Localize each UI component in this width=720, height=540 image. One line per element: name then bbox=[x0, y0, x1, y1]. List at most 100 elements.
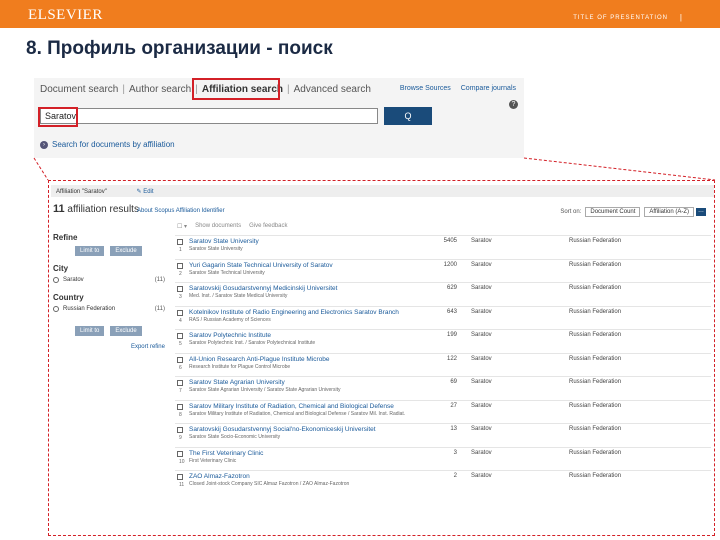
row-checkbox[interactable] bbox=[177, 262, 183, 269]
facet-label: Saratov bbox=[63, 277, 84, 283]
affiliation-name-link[interactable]: The First Veterinary Clinic bbox=[189, 450, 263, 457]
document-count: 3 bbox=[453, 449, 457, 456]
browse-sources-link[interactable]: Browse Sources bbox=[400, 85, 451, 92]
facet-count: (11) bbox=[154, 277, 165, 283]
sort-select[interactable]: Document Count bbox=[585, 207, 641, 217]
slide-title: 8. Профиль организации - поиск bbox=[26, 38, 333, 59]
affiliation-name-link[interactable]: Yuri Gagarin State Technical University … bbox=[189, 262, 333, 269]
limit-to-button[interactable]: Limit to bbox=[75, 246, 105, 256]
search-by-affiliation-label: Search for documents by affiliation bbox=[52, 140, 175, 149]
tab-advanced-search[interactable]: Advanced search bbox=[294, 84, 371, 95]
limit-to-button[interactable]: Limit to bbox=[75, 326, 105, 336]
affiliation-country: Russian Federation bbox=[569, 238, 622, 244]
affiliation-city: Saratov bbox=[471, 473, 492, 479]
row-number: 5 bbox=[179, 341, 182, 347]
document-count: 69 bbox=[450, 379, 457, 385]
row-number: 8 bbox=[179, 411, 182, 418]
document-count: 27 bbox=[450, 402, 457, 409]
affiliation-search-input[interactable]: Saratov bbox=[40, 108, 378, 124]
affiliation-city: Saratov bbox=[471, 379, 492, 385]
affiliation-alt-names: Closed Joint-stock Company SIC Almaz Faz… bbox=[189, 481, 350, 487]
edit-link[interactable]: ✎ Edit bbox=[137, 189, 154, 195]
facet-label: Russian Federation bbox=[63, 306, 116, 312]
affiliation-city: Saratov bbox=[471, 285, 492, 291]
city-facet-item[interactable]: Saratov (11) bbox=[53, 277, 165, 283]
affiliation-country: Russian Federation bbox=[569, 449, 622, 456]
results-count-number: 11 bbox=[53, 203, 65, 215]
affiliation-city: Saratov bbox=[471, 308, 492, 315]
more-options-icon[interactable]: … bbox=[696, 208, 706, 216]
give-feedback-button[interactable]: Give feedback bbox=[249, 223, 287, 230]
document-count: 199 bbox=[446, 332, 457, 338]
show-documents-button[interactable]: Show documents bbox=[195, 223, 241, 230]
affiliation-name-link[interactable]: All-Union Research Anti-Plague Institute… bbox=[189, 356, 330, 363]
row-number: 1 bbox=[179, 247, 182, 253]
top-links: Browse Sources Compare journals bbox=[392, 85, 516, 92]
edit-label: Edit bbox=[143, 189, 154, 195]
search-button[interactable]: Q bbox=[384, 107, 432, 125]
facet-checkbox[interactable] bbox=[53, 306, 59, 312]
affiliation-alt-names: Saratov State University bbox=[189, 246, 243, 252]
row-checkbox[interactable] bbox=[177, 427, 183, 433]
affiliation-name-link[interactable]: Saratov Military Institute of Radiation,… bbox=[189, 403, 394, 410]
sort-secondary[interactable]: Affiliation (A-Z) bbox=[644, 207, 694, 217]
document-count: 122 bbox=[446, 355, 457, 362]
table-row: 8 Saratov Military Institute of Radiation… bbox=[175, 399, 711, 424]
tab-document-search[interactable]: Document search bbox=[40, 84, 118, 95]
search-by-affiliation-link[interactable]: › Search for documents by affiliation bbox=[40, 140, 175, 149]
results-count: 11 affiliation results bbox=[53, 203, 139, 215]
refine-sidebar: Refine Limit to Exclude City Saratov (11… bbox=[53, 233, 165, 350]
affiliation-country: Russian Federation bbox=[569, 426, 622, 432]
table-row: 6 All-Union Research Anti-Plague Institut… bbox=[175, 352, 711, 377]
results-toolbar: ☐ ▾ Show documents Give feedback bbox=[177, 223, 287, 230]
affiliation-name-link[interactable]: Saratovskij Gosudarstvennyj Social'no-Ek… bbox=[189, 426, 376, 433]
row-checkbox[interactable] bbox=[177, 333, 183, 339]
document-count: 13 bbox=[450, 426, 457, 432]
sort-label: Sort on: bbox=[560, 209, 582, 215]
affiliation-tab-highlight bbox=[192, 78, 280, 100]
affiliation-name-link[interactable]: Saratov Polytechnic Institute bbox=[189, 332, 271, 339]
affiliation-country: Russian Federation bbox=[569, 402, 622, 409]
affiliation-header: Affiliation "Saratov" ✎ Edit bbox=[51, 185, 714, 197]
exclude-button[interactable]: Exclude bbox=[110, 246, 142, 256]
row-number: 2 bbox=[179, 270, 182, 277]
row-checkbox[interactable] bbox=[177, 474, 183, 480]
query-highlight bbox=[38, 107, 78, 127]
about-identifier-link[interactable]: About Scopus Affiliation Identifier bbox=[137, 208, 225, 214]
results-count-label: affiliation results bbox=[67, 204, 139, 215]
row-checkbox[interactable] bbox=[177, 380, 183, 386]
select-all-checkbox[interactable]: ☐ ▾ bbox=[177, 223, 187, 230]
sort-bar: Sort on: Document Count Affiliation (A-Z… bbox=[560, 207, 706, 217]
affiliation-name-link[interactable]: Saratov State Agrarian University bbox=[189, 379, 285, 386]
country-facet-item[interactable]: Russian Federation (11) bbox=[53, 306, 165, 312]
row-number: 6 bbox=[179, 364, 182, 371]
row-number: 10 bbox=[179, 458, 185, 465]
row-checkbox[interactable] bbox=[177, 239, 183, 245]
row-checkbox[interactable] bbox=[177, 309, 183, 316]
table-row: 1 Saratov State University Saratov State U… bbox=[175, 235, 711, 259]
header-separator: | bbox=[679, 13, 682, 22]
compare-journals-link[interactable]: Compare journals bbox=[461, 85, 516, 92]
row-checkbox[interactable] bbox=[177, 403, 183, 410]
row-checkbox[interactable] bbox=[177, 450, 183, 457]
help-icon[interactable]: ? bbox=[509, 100, 518, 109]
affiliation-country: Russian Federation bbox=[569, 308, 622, 315]
facet-count: (11) bbox=[154, 306, 165, 312]
tab-author-search[interactable]: Author search bbox=[129, 84, 191, 95]
affiliation-name-link[interactable]: Saratovskij Gosudarstvennyj Medicinskij … bbox=[189, 285, 337, 292]
affiliation-name-link[interactable]: Kotelnikov Institute of Radio Engineerin… bbox=[189, 309, 399, 316]
facet-checkbox[interactable] bbox=[53, 277, 59, 283]
export-refine-link[interactable]: Export refine bbox=[53, 344, 165, 350]
row-checkbox[interactable] bbox=[177, 356, 183, 363]
affiliation-name-link[interactable]: Saratov State University bbox=[189, 238, 259, 245]
affiliation-country: Russian Federation bbox=[569, 473, 622, 479]
exclude-button[interactable]: Exclude bbox=[110, 326, 142, 336]
top-banner: ELSEVIER TITLE OF PRESENTATION | bbox=[0, 0, 720, 28]
country-facet-title: Country bbox=[53, 293, 84, 302]
table-row: 2 Yuri Gagarin State Technical University… bbox=[175, 258, 711, 283]
table-row: 10 The First Veterinary Clinic First Veter… bbox=[175, 446, 711, 471]
affiliation-country: Russian Federation bbox=[569, 261, 622, 268]
affiliation-city: Saratov bbox=[471, 402, 492, 409]
affiliation-name-link[interactable]: ZAO Almaz-Fazotron bbox=[189, 473, 250, 480]
row-checkbox[interactable] bbox=[177, 286, 183, 292]
